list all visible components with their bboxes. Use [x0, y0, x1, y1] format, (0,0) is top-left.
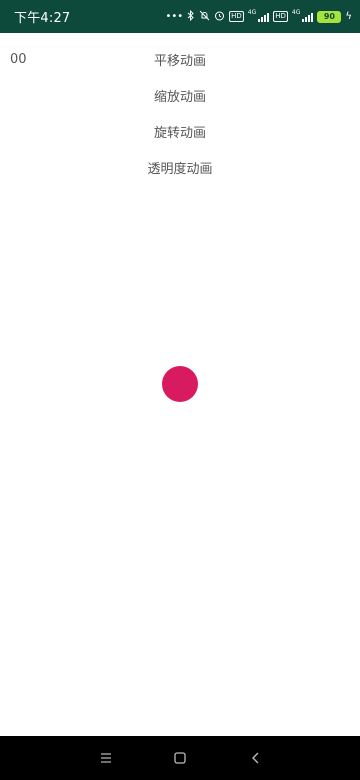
battery-icon: 90	[317, 10, 342, 23]
alarm-icon	[214, 10, 225, 24]
signal-strength-icon	[258, 12, 270, 22]
hd-badge-2: HD	[273, 11, 288, 22]
navigation-bar	[0, 736, 360, 780]
status-bar: 下午4:27 ••• HD 4G HD 4G 90 ϟ	[0, 0, 360, 33]
back-chevron-icon[interactable]	[246, 748, 266, 768]
rotate-animation-button[interactable]: 旋转动画	[0, 116, 360, 146]
network-type-label-2: 4G	[291, 8, 301, 16]
network-type-label: 4G	[247, 8, 257, 16]
mute-bell-icon	[199, 10, 210, 24]
hd-badge: HD	[229, 11, 244, 22]
charging-icon: ϟ	[345, 11, 352, 22]
menu-icon[interactable]	[96, 748, 116, 768]
more-dots-icon: •••	[165, 10, 184, 22]
animated-ball	[162, 366, 198, 402]
translate-animation-button[interactable]: 平移动画	[0, 44, 360, 74]
status-time: 下午4:27	[14, 11, 71, 26]
home-square-icon[interactable]	[170, 748, 190, 768]
signal-strength-icon-2	[302, 12, 314, 22]
bluetooth-icon	[187, 9, 195, 24]
status-icons: ••• HD 4G HD 4G 90 ϟ	[165, 8, 352, 24]
alpha-animation-button[interactable]: 透明度动画	[0, 152, 360, 182]
scale-animation-button[interactable]: 缩放动画	[0, 80, 360, 110]
